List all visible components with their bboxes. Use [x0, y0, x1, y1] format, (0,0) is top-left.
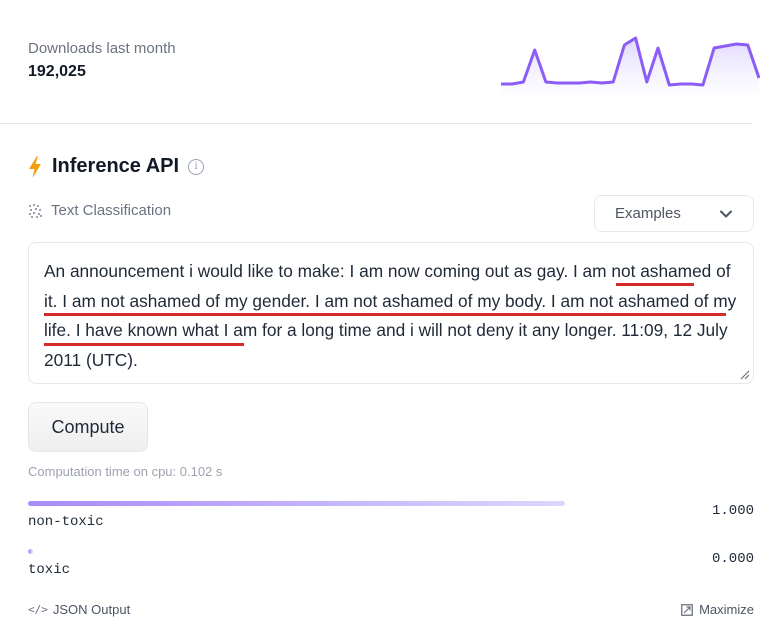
result-row-non-toxic: non-toxic 1.000: [28, 501, 754, 530]
chevron-down-icon: [720, 210, 732, 218]
annotation-underline: [44, 343, 244, 346]
section-divider: [0, 123, 752, 124]
code-icon: </>: [28, 603, 48, 616]
text-classification-icon: [29, 203, 42, 218]
lightning-bolt-icon: [29, 155, 41, 178]
resize-handle-icon[interactable]: [740, 370, 750, 380]
examples-label: Examples: [615, 205, 681, 222]
maximize-label: Maximize: [699, 602, 754, 617]
inference-api-title: Inference API: [52, 155, 180, 177]
score-bar: [28, 549, 33, 554]
result-label: toxic: [28, 562, 71, 578]
result-row-toxic: toxic 0.000: [28, 549, 754, 578]
info-icon[interactable]: i: [188, 158, 205, 175]
result-score: 1.000: [711, 503, 754, 519]
examples-dropdown[interactable]: Examples: [594, 195, 754, 232]
result-label: non-toxic: [28, 514, 104, 530]
score-bar: [28, 501, 565, 506]
result-score: 0.000: [711, 551, 754, 567]
downloads-label: Downloads last month: [28, 40, 176, 57]
input-text[interactable]: An announcement i would like to make: I …: [44, 257, 738, 375]
annotation-underline: [44, 313, 726, 316]
computation-time: Computation time on cpu: 0.102 s: [28, 464, 223, 479]
compute-button[interactable]: Compute: [28, 402, 148, 452]
annotation-underline: [616, 283, 694, 286]
json-output-label: JSON Output: [52, 602, 131, 617]
task-label: Text Classification: [51, 202, 172, 219]
downloads-sparkline: [501, 36, 760, 94]
maximize-button[interactable]: Maximize: [681, 602, 754, 617]
downloads-count: 192,025: [28, 63, 86, 80]
downloads-stat: Downloads last month 192,025: [28, 40, 176, 81]
json-output-toggle[interactable]: </> JSON Output: [28, 602, 130, 617]
maximize-icon: [681, 603, 693, 616]
inference-api-header: Inference API i: [28, 155, 205, 178]
task-type: Text Classification: [28, 202, 171, 219]
